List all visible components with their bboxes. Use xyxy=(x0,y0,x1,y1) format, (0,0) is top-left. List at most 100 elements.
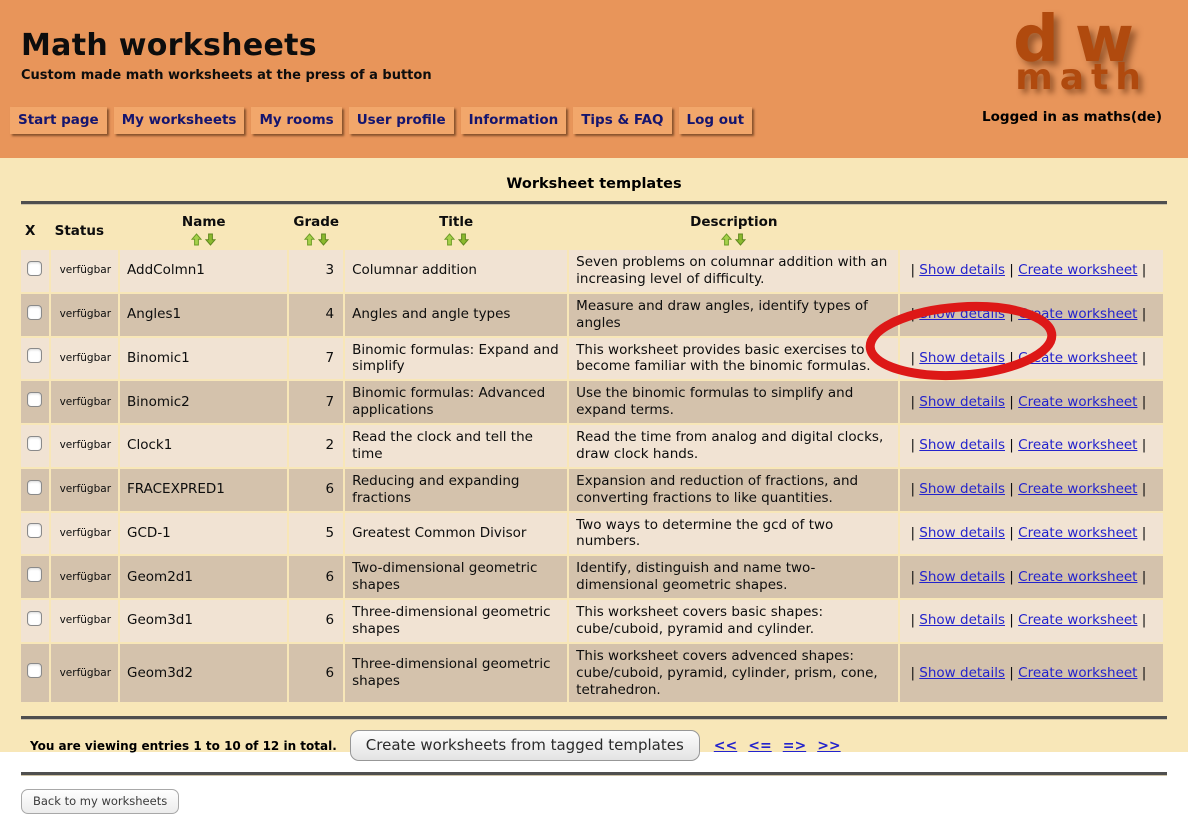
action-separator: | xyxy=(910,394,915,410)
table-row: verfügbar FRACEXPRED1 6 Reducing and exp… xyxy=(21,469,1163,511)
sort-description-ascending-icon[interactable] xyxy=(721,233,732,246)
status-text: verfügbar xyxy=(60,667,111,679)
action-separator: | xyxy=(1142,569,1147,585)
status-text: verfügbar xyxy=(60,483,111,495)
template-grade: 3 xyxy=(289,250,343,292)
nav-user-profile[interactable]: User profile xyxy=(349,107,454,134)
create-worksheet-link[interactable]: Create worksheet xyxy=(1018,665,1137,681)
template-name: FRACEXPRED1 xyxy=(120,469,287,511)
template-title: Reducing and expanding fractions xyxy=(345,469,567,511)
template-description: Read the time from analog and digital cl… xyxy=(569,425,898,467)
row-select-checkbox[interactable] xyxy=(27,523,42,538)
back-to-my-worksheets-button[interactable]: Back to my worksheets xyxy=(21,789,179,814)
nav-my-rooms[interactable]: My rooms xyxy=(251,107,341,134)
table-row: verfügbar GCD-1 5 Greatest Common Diviso… xyxy=(21,513,1163,555)
sort-description-descending-icon[interactable] xyxy=(735,233,746,246)
row-select-checkbox[interactable] xyxy=(27,567,42,582)
action-separator: | xyxy=(910,306,915,322)
template-grade: 6 xyxy=(289,469,343,511)
row-select-checkbox[interactable] xyxy=(27,611,42,626)
row-select-checkbox[interactable] xyxy=(27,348,42,363)
template-name: Geom3d2 xyxy=(120,644,287,703)
pagination-first-link[interactable]: << xyxy=(714,738,737,754)
template-description: Use the binomic formulas to simplify and… xyxy=(569,381,898,423)
sort-name-descending-icon[interactable] xyxy=(205,233,216,246)
create-worksheet-link[interactable]: Create worksheet xyxy=(1018,350,1137,366)
action-separator: | xyxy=(1009,481,1014,497)
show-details-link[interactable]: Show details xyxy=(919,437,1005,453)
show-details-link[interactable]: Show details xyxy=(919,350,1005,366)
row-select-checkbox[interactable] xyxy=(27,663,42,678)
templates-table-head: X Status Name Grade xyxy=(21,212,1163,248)
nav-information[interactable]: Information xyxy=(461,107,567,134)
action-separator: | xyxy=(1142,394,1147,410)
action-separator: | xyxy=(1142,306,1147,322)
template-title: Three-dimensional geometric shapes xyxy=(345,644,567,703)
logo-line2: math xyxy=(1013,60,1150,96)
table-row: verfügbar Geom2d1 6 Two-dimensional geom… xyxy=(21,556,1163,598)
sort-grade-ascending-icon[interactable] xyxy=(304,233,315,246)
pagination: << <= => >> xyxy=(714,738,841,754)
template-description: This worksheet provides basic exercises … xyxy=(569,338,898,380)
status-text: verfügbar xyxy=(60,352,111,364)
row-select-checkbox[interactable] xyxy=(27,480,42,495)
row-select-checkbox[interactable] xyxy=(27,436,42,451)
action-separator: | xyxy=(910,350,915,366)
template-description: Two ways to determine the gcd of two num… xyxy=(569,513,898,555)
column-header-title: Title xyxy=(345,212,567,248)
status-text: verfügbar xyxy=(60,527,111,539)
sort-title-descending-icon[interactable] xyxy=(458,233,469,246)
show-details-link[interactable]: Show details xyxy=(919,525,1005,541)
nav-start-page[interactable]: Start page xyxy=(10,107,107,134)
sort-grade-descending-icon[interactable] xyxy=(318,233,329,246)
create-worksheet-link[interactable]: Create worksheet xyxy=(1018,525,1137,541)
templates-table: X Status Name Grade xyxy=(19,210,1165,704)
template-grade: 6 xyxy=(289,644,343,703)
template-description: This worksheet covers basic shapes: cube… xyxy=(569,600,898,642)
create-worksheet-link[interactable]: Create worksheet xyxy=(1018,262,1137,278)
create-worksheet-link[interactable]: Create worksheet xyxy=(1018,569,1137,585)
create-worksheet-link[interactable]: Create worksheet xyxy=(1018,306,1137,322)
nav-log-out[interactable]: Log out xyxy=(679,107,753,134)
template-description: Identify, distinguish and name two-dimen… xyxy=(569,556,898,598)
table-row: verfügbar Geom3d1 6 Three-dimensional ge… xyxy=(21,600,1163,642)
action-separator: | xyxy=(910,612,915,628)
sort-title-ascending-icon[interactable] xyxy=(444,233,455,246)
template-grade: 4 xyxy=(289,294,343,336)
row-select-checkbox[interactable] xyxy=(27,305,42,320)
column-header-status: Status xyxy=(51,212,118,248)
action-separator: | xyxy=(1009,569,1014,585)
action-separator: | xyxy=(910,569,915,585)
action-separator: | xyxy=(1009,665,1014,681)
template-description: Measure and draw angles, identify types … xyxy=(569,294,898,336)
nav-tips-faq[interactable]: Tips & FAQ xyxy=(573,107,671,134)
show-details-link[interactable]: Show details xyxy=(919,665,1005,681)
action-separator: | xyxy=(1142,350,1147,366)
row-select-checkbox[interactable] xyxy=(27,261,42,276)
show-details-link[interactable]: Show details xyxy=(919,569,1005,585)
show-details-link[interactable]: Show details xyxy=(919,306,1005,322)
action-separator: | xyxy=(1142,525,1147,541)
template-title: Greatest Common Divisor xyxy=(345,513,567,555)
pagination-next-link[interactable]: => xyxy=(783,738,806,754)
action-separator: | xyxy=(1009,394,1014,410)
action-separator: | xyxy=(1009,306,1014,322)
row-select-checkbox[interactable] xyxy=(27,392,42,407)
action-separator: | xyxy=(1142,665,1147,681)
template-title: Binomic formulas: Expand and simplify xyxy=(345,338,567,380)
show-details-link[interactable]: Show details xyxy=(919,394,1005,410)
create-worksheet-link[interactable]: Create worksheet xyxy=(1018,612,1137,628)
create-worksheet-link[interactable]: Create worksheet xyxy=(1018,394,1137,410)
create-worksheet-link[interactable]: Create worksheet xyxy=(1018,437,1137,453)
show-details-link[interactable]: Show details xyxy=(919,612,1005,628)
template-title: Binomic formulas: Advanced applications xyxy=(345,381,567,423)
show-details-link[interactable]: Show details xyxy=(919,481,1005,497)
nav-my-worksheets[interactable]: My worksheets xyxy=(114,107,245,134)
show-details-link[interactable]: Show details xyxy=(919,262,1005,278)
sort-name-ascending-icon[interactable] xyxy=(191,233,202,246)
pagination-last-link[interactable]: >> xyxy=(817,738,840,754)
table-row: verfügbar Angles1 4 Angles and angle typ… xyxy=(21,294,1163,336)
pagination-previous-link[interactable]: <= xyxy=(748,738,771,754)
dw-math-logo: dw math xyxy=(1013,8,1150,96)
create-worksheet-link[interactable]: Create worksheet xyxy=(1018,481,1137,497)
